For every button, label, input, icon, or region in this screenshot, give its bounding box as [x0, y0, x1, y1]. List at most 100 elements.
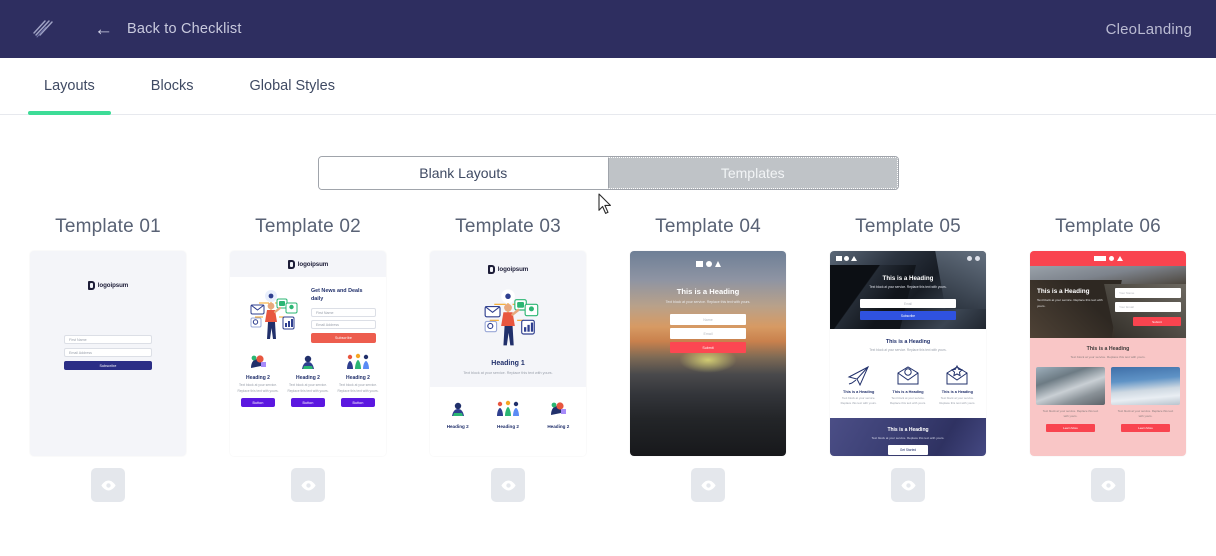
mini-hero-heading: Get News and Deals daily: [310, 288, 363, 303]
mini-text: Text block at your service. Replace this…: [871, 436, 945, 441]
preview-button[interactable]: [91, 468, 125, 502]
slash-logo-icon: [30, 16, 56, 42]
mini-first-name-field[interactable]: Your Name: [1115, 288, 1181, 298]
mini-text: Text block at your service. Replace this…: [1070, 355, 1146, 359]
mini-hero: logoipsum Heading 1 Text block at your s…: [430, 251, 586, 387]
mini-column-heading: Heading 2: [547, 424, 570, 429]
back-to-checklist-link[interactable]: ← Back to Checklist: [94, 20, 242, 39]
preview-button[interactable]: [491, 468, 525, 502]
template-thumbnail[interactable]: This is a Heading Text block at your ser…: [1030, 251, 1186, 456]
mini-first-name-field[interactable]: First Name: [64, 335, 152, 344]
mini-column-button[interactable]: Button: [241, 398, 275, 408]
mini-column-text: Text block at your service. Replace this…: [840, 396, 877, 406]
people-illustration-icon: [484, 397, 531, 421]
circle-icon: [705, 261, 712, 267]
mini-feature-column: Heading 2: [434, 397, 481, 429]
template-thumbnail[interactable]: This is a Heading Text block at your ser…: [630, 251, 786, 456]
mini-submit-button[interactable]: Submit: [1133, 317, 1181, 326]
preview-button[interactable]: [291, 468, 325, 502]
mini-hero-copy: This is a Heading Text block at your ser…: [840, 275, 976, 289]
layout-source-switcher: Blank Layouts Templates: [0, 156, 1216, 190]
template-thumbnail[interactable]: This is a Heading Text block at your ser…: [830, 251, 986, 456]
segment-blank-layouts[interactable]: Blank Layouts: [318, 157, 608, 189]
project-name: CleoLanding: [1105, 20, 1192, 38]
mini-logo-label: logoipsum: [297, 260, 329, 268]
square-icon: [695, 261, 703, 267]
mini-email-field[interactable]: Email Address: [310, 320, 376, 330]
mini-subscribe-button[interactable]: Subscribe: [310, 333, 376, 344]
mini-nav: [967, 256, 980, 261]
mini-email-field[interactable]: Email: [860, 299, 956, 308]
abstract-illustration-icon: [535, 397, 582, 421]
mini-column-heading: Heading 2: [497, 424, 519, 429]
person-sitting-icon: [434, 397, 481, 421]
preview-button[interactable]: [891, 468, 925, 502]
eye-icon: [100, 480, 116, 490]
mini-card: Text block at your service. Replace this…: [1111, 367, 1180, 433]
eye-icon: [300, 480, 316, 490]
tab-blocks[interactable]: Blocks: [123, 58, 222, 114]
template-card[interactable]: Template 04 This is a Heading Text block…: [608, 216, 808, 502]
mini-feature-columns: This is a Heading Text block at your ser…: [836, 362, 980, 406]
mini-column-heading: Heading 2: [446, 424, 469, 429]
template-thumbnail[interactable]: logoipsum First Name Email Address Subsc…: [30, 251, 186, 456]
tab-layouts-label: Layouts: [44, 78, 95, 94]
mini-subscribe-button[interactable]: Subscribe: [860, 311, 956, 320]
mini-column-heading: Heading 2: [346, 375, 370, 382]
mini-column-heading: This is a Heading: [843, 390, 875, 394]
template-thumbnail[interactable]: logoipsum: [430, 251, 586, 456]
eye-icon: [700, 480, 716, 490]
main-tabs: Layouts Blocks Global Styles: [0, 58, 1216, 115]
mini-hero-form: Your Name Your Email Submit: [1115, 288, 1181, 326]
mini-email-field[interactable]: Email Address: [64, 348, 152, 357]
mini-hero-form: Name Email Submit: [670, 314, 746, 353]
template-card[interactable]: Template 06 This is a Heading Text block…: [1008, 216, 1208, 502]
mini-heading: This is a Heading: [1086, 346, 1130, 352]
mini-cards: Text block at your service. Replace this…: [1036, 367, 1180, 433]
mini-feature-column: This is a Heading Text block at your ser…: [935, 362, 980, 406]
tab-layouts[interactable]: Layouts: [16, 58, 123, 115]
mini-name-field[interactable]: Name: [670, 314, 746, 325]
mini-email-field[interactable]: Your Email: [1115, 302, 1181, 312]
eye-icon: [500, 480, 516, 490]
eye-icon: [900, 480, 916, 490]
mini-card-button[interactable]: Learn More: [1121, 424, 1170, 433]
template-card[interactable]: Template 05 This is a Heading Text block…: [808, 216, 1008, 502]
preview-button[interactable]: [1091, 468, 1125, 502]
template-card[interactable]: Template 01 logoipsum First Name Email A…: [8, 216, 208, 502]
envelope-star-icon: [935, 362, 980, 388]
template-card[interactable]: Template 02 logoipsum Get News and Deals…: [208, 216, 408, 502]
mini-column-heading: This is a Heading: [941, 390, 973, 394]
mini-heading: This is a Heading: [887, 427, 929, 434]
arrow-left-icon: ←: [94, 18, 113, 40]
mini-header-bar: [1030, 251, 1186, 266]
mini-card: Text block at your service. Replace this…: [1036, 367, 1105, 433]
mini-logo: logoipsum: [287, 259, 329, 269]
template-thumbnail[interactable]: logoipsum: [230, 251, 386, 456]
person-illustration-icon: [238, 287, 305, 343]
mini-feature-column: This is a Heading Text block at your ser…: [885, 362, 930, 406]
mini-hero-copy: This is a Heading Text block at your ser…: [642, 287, 774, 304]
preview-button[interactable]: [691, 468, 725, 502]
mini-submit-button[interactable]: Submit: [670, 342, 746, 353]
person-illustration-icon: [440, 286, 576, 350]
mini-email-field[interactable]: Email: [670, 328, 746, 339]
template-title: Template 01: [55, 216, 161, 237]
tab-global-styles[interactable]: Global Styles: [222, 58, 363, 114]
template-card[interactable]: Template 03 logoipsum Heading 1 Text blo…: [408, 216, 608, 502]
segment-templates[interactable]: Templates: [608, 157, 898, 189]
mini-card-button[interactable]: Learn More: [1046, 424, 1095, 433]
mini-column-text: Text block at your service. Replace this…: [237, 383, 279, 393]
mini-text: Text block at your service. Replace this…: [665, 300, 751, 304]
mini-column-button[interactable]: Button: [291, 398, 325, 408]
tab-global-styles-label: Global Styles: [249, 78, 335, 94]
mini-subscribe-button[interactable]: Subscribe: [64, 361, 152, 370]
mini-hero-form: Get News and Deals daily First Name Emai…: [310, 287, 378, 344]
mini-get-started-button[interactable]: Get Started: [887, 445, 929, 456]
mini-logo-label: logoipsum: [497, 266, 529, 273]
open-envelope-icon: [885, 362, 930, 388]
mini-column-button[interactable]: Button: [341, 398, 375, 408]
mini-column-heading: Heading 2: [246, 375, 270, 382]
mini-text: Text block at your service. Replace this…: [869, 348, 947, 352]
mini-first-name-field[interactable]: First Name: [310, 308, 376, 318]
